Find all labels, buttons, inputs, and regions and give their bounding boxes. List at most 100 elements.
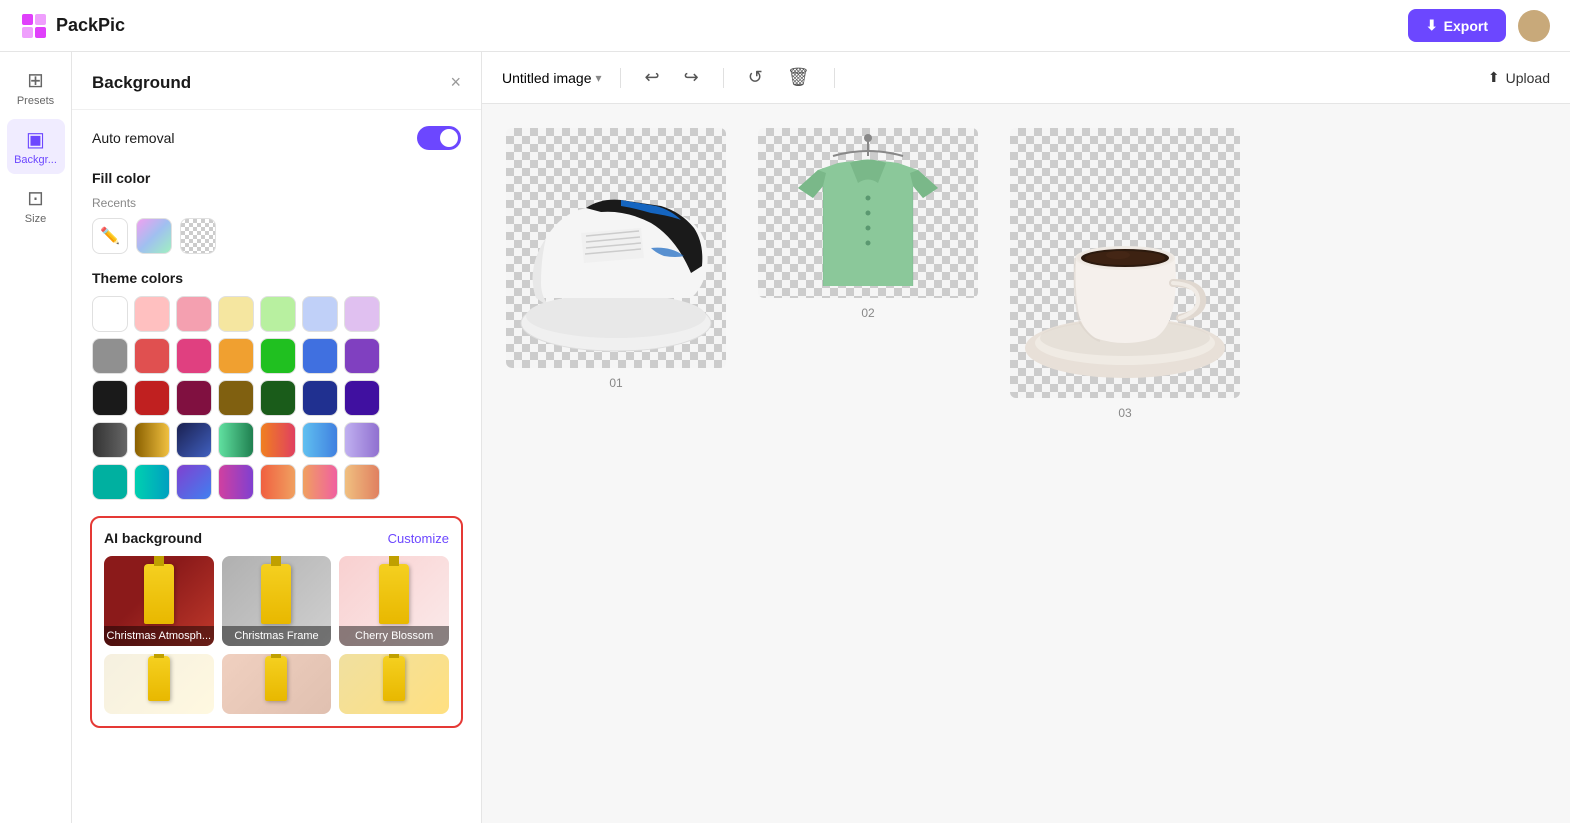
canvas-toolbar: Untitled image ▾ ↩ ↪ ↺ 🗑 ⬆ Upload (482, 52, 1570, 104)
canvas-label-03: 03 (1118, 406, 1131, 420)
logo-icon (20, 12, 48, 40)
fill-color-title: Fill color (92, 170, 461, 186)
sidebar-item-size[interactable]: ⊡ Size (7, 178, 65, 233)
canvas-content: 01 (482, 104, 1570, 823)
color-swatch-navygrad[interactable] (176, 422, 212, 458)
color-swatch-goldgrad[interactable] (134, 422, 170, 458)
ai-item-cherry-blossom-label: Cherry Blossom (339, 626, 449, 646)
side-panel: Background × Auto removal Fill color Rec… (72, 52, 482, 823)
color-swatch-peachgrad[interactable] (344, 464, 380, 500)
auto-removal-toggle[interactable] (417, 126, 461, 150)
color-swatch-blue2[interactable] (302, 338, 338, 374)
export-button[interactable]: ⬇ Export (1408, 9, 1506, 42)
color-swatch-green1[interactable] (260, 296, 296, 332)
color-swatch-olive[interactable] (218, 380, 254, 416)
upload-icon: ⬆ (1488, 69, 1500, 86)
sidebar-item-size-label: Size (25, 213, 46, 225)
color-swatch-blue1[interactable] (302, 296, 338, 332)
ai-bg-header: AI background Customize (104, 530, 449, 546)
panel-body: Auto removal Fill color Recents ✏️ Theme… (72, 110, 481, 744)
sidebar-item-presets[interactable]: ⊞ Presets (7, 60, 65, 115)
chevron-down-icon: ▾ (596, 71, 602, 85)
sidebar-item-background[interactable]: ▣ Backgr... (7, 119, 65, 174)
color-swatch-tealgrad[interactable] (134, 464, 170, 500)
sidebar-item-presets-label: Presets (17, 95, 54, 107)
canvas-area: Untitled image ▾ ↩ ↪ ↺ 🗑 ⬆ Upload (482, 52, 1570, 823)
color-swatch-dkgreen[interactable] (260, 380, 296, 416)
ai-item-row2-3[interactable] (339, 654, 449, 714)
color-swatch-pink1[interactable] (134, 296, 170, 332)
color-swatch-purple2[interactable] (344, 338, 380, 374)
app-header: PackPic ⬇ Export (0, 0, 1570, 52)
ai-item-row2-1[interactable] (104, 654, 214, 714)
color-swatch-dkpurple[interactable] (344, 380, 380, 416)
color-swatch-maroon[interactable] (176, 380, 212, 416)
canvas-item-02[interactable]: 02 (758, 128, 978, 320)
color-swatch-redgrad[interactable] (260, 464, 296, 500)
ai-item-row2-2[interactable] (222, 654, 332, 714)
export-label: Export (1444, 18, 1488, 34)
color-swatch-gray[interactable] (92, 338, 128, 374)
shirt-svg (758, 128, 978, 298)
color-swatch-lavgrad[interactable] (344, 422, 380, 458)
logo: PackPic (20, 12, 125, 40)
color-swatch-black[interactable] (92, 380, 128, 416)
color-swatch-red2[interactable] (134, 380, 170, 416)
export-icon: ⬇ (1426, 17, 1438, 34)
upload-label: Upload (1506, 70, 1550, 86)
left-nav: ⊞ Presets ▣ Backgr... ⊡ Size (0, 52, 72, 823)
color-swatch-skygrad[interactable] (302, 422, 338, 458)
color-swatch-teal[interactable] (92, 464, 128, 500)
recent-row: ✏️ (92, 218, 461, 254)
recent-swatch-gradient[interactable] (136, 218, 172, 254)
color-swatch-orange1[interactable] (218, 338, 254, 374)
canvas-image-03 (1010, 128, 1240, 398)
color-swatch-red1[interactable] (134, 338, 170, 374)
delete-button[interactable]: 🗑 (781, 63, 816, 92)
color-swatch-pinkgrad[interactable] (302, 464, 338, 500)
toolbar-divider-3 (834, 68, 835, 88)
auto-removal-row: Auto removal (92, 126, 461, 150)
doc-name[interactable]: Untitled image ▾ (502, 70, 602, 86)
ai-item-christmas-frame[interactable]: Christmas Frame (222, 556, 332, 646)
upload-button[interactable]: ⬆ Upload (1488, 69, 1550, 86)
main-layout: ⊞ Presets ▣ Backgr... ⊡ Size Background … (0, 52, 1570, 823)
color-swatch-dkblue[interactable] (302, 380, 338, 416)
canvas-item-03[interactable]: 03 (1010, 128, 1240, 420)
color-swatch-greengrad[interactable] (218, 422, 254, 458)
logo-text: PackPic (56, 15, 125, 36)
toolbar-divider-2 (723, 68, 724, 88)
canvas-item-01[interactable]: 01 (506, 128, 726, 390)
color-swatch-pink3[interactable] (176, 338, 212, 374)
color-swatch-orgrad[interactable] (260, 422, 296, 458)
toolbar-divider-1 (620, 68, 621, 88)
color-swatch-purpgrad[interactable] (176, 464, 212, 500)
color-swatch-pink2[interactable] (176, 296, 212, 332)
header-actions: ⬇ Export (1408, 9, 1550, 42)
canvas-label-02: 02 (861, 306, 874, 320)
reset-button[interactable]: ↺ (742, 63, 769, 92)
coffee-svg (1010, 128, 1240, 398)
redo-button[interactable]: ↪ (678, 63, 705, 92)
color-swatch-white[interactable] (92, 296, 128, 332)
color-swatch-purple1[interactable] (344, 296, 380, 332)
color-swatch-green2[interactable] (260, 338, 296, 374)
panel-close-button[interactable]: × (450, 72, 461, 93)
avatar[interactable] (1518, 10, 1550, 42)
undo-button[interactable]: ↩ (639, 63, 666, 92)
panel-header: Background × (72, 52, 481, 110)
ai-item-christmas-atm[interactable]: Christmas Atmosph... (104, 556, 214, 646)
shoe-svg (506, 128, 726, 368)
customize-link[interactable]: Customize (388, 531, 449, 546)
recents-label: Recents (92, 196, 461, 210)
color-swatch-blkgrad[interactable] (92, 422, 128, 458)
color-swatch-yellow[interactable] (218, 296, 254, 332)
recent-swatch-transparent[interactable] (180, 218, 216, 254)
ai-item-christmas-frame-label: Christmas Frame (222, 626, 332, 646)
color-picker-button[interactable]: ✏️ (92, 218, 128, 254)
color-swatch-maggrad[interactable] (218, 464, 254, 500)
auto-removal-label: Auto removal (92, 130, 174, 146)
canvas-image-02 (758, 128, 978, 298)
theme-color-grid (92, 296, 461, 500)
ai-item-cherry-blossom[interactable]: Cherry Blossom (339, 556, 449, 646)
